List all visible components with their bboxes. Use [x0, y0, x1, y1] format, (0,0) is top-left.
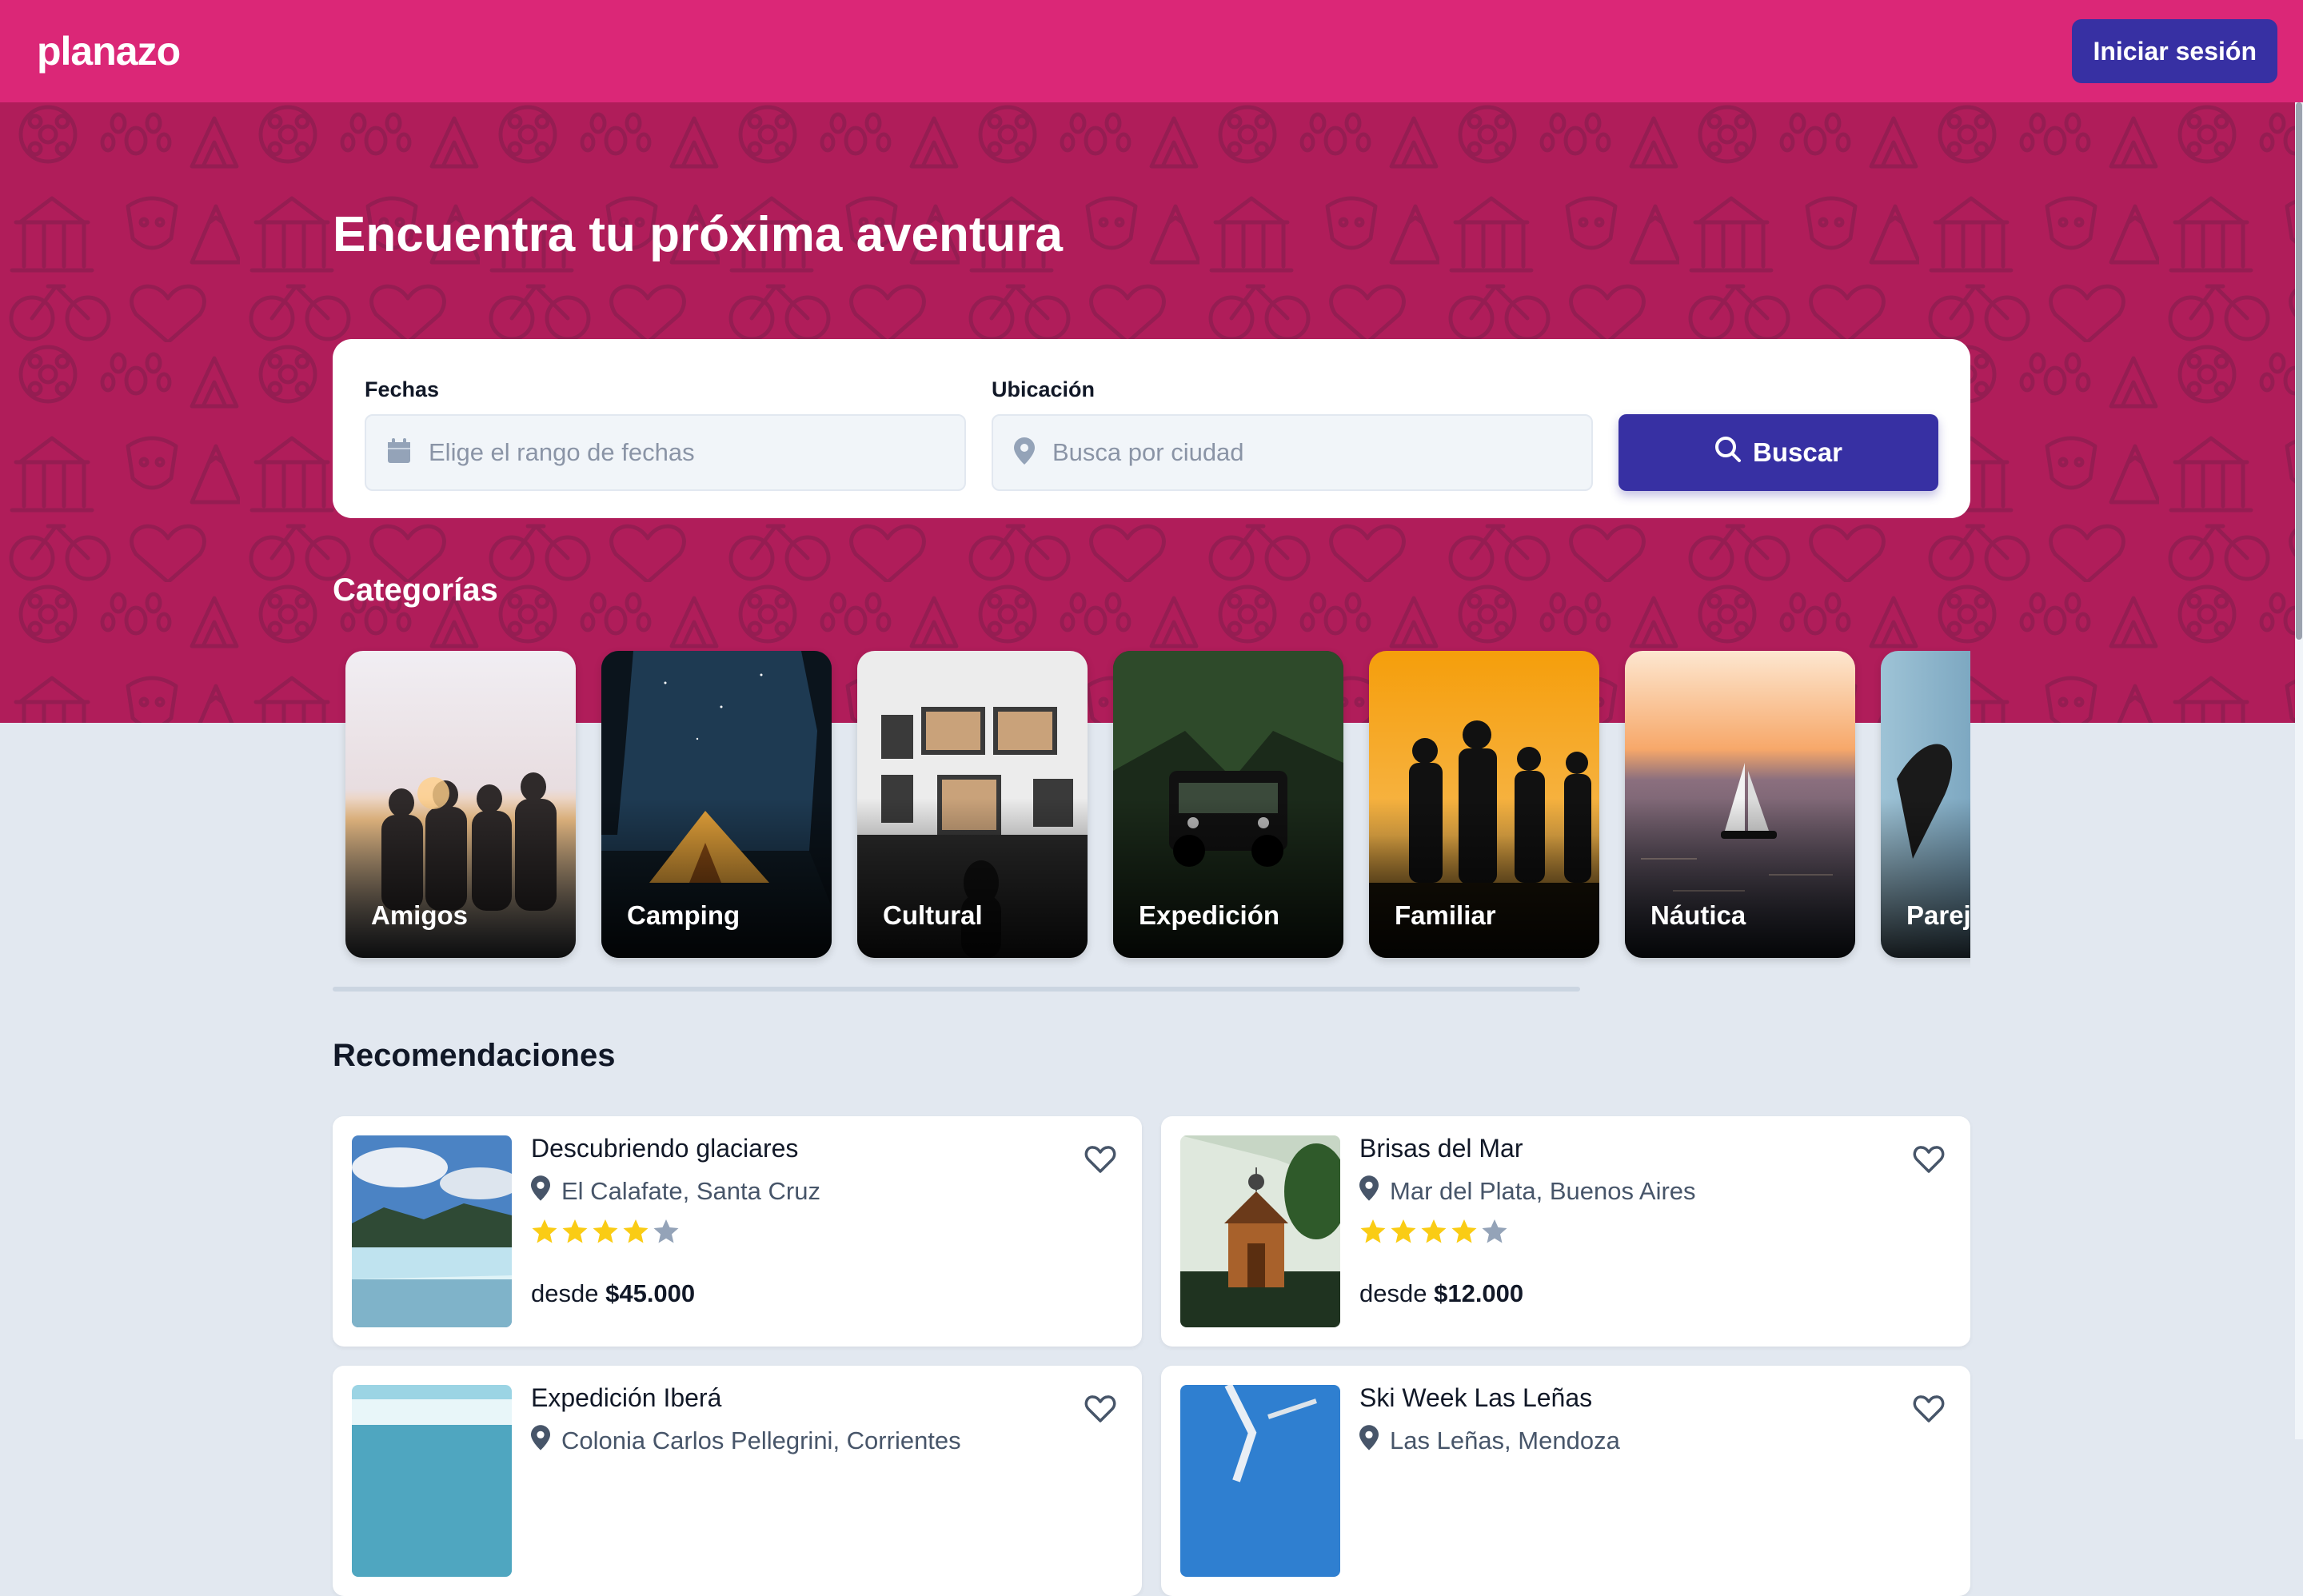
- map-pin-icon: [1359, 1425, 1379, 1457]
- star-rating: [1359, 1219, 1508, 1244]
- star-filled-icon: [593, 1219, 618, 1243]
- recommendation-card[interactable]: Ski Week Las Leñas Las Leñas, Mendoza: [1161, 1366, 1970, 1596]
- category-label: Cultural: [883, 900, 983, 930]
- category-label: Amigos: [371, 900, 469, 930]
- recommendation-name[interactable]: Descubriendo glaciares: [531, 1134, 798, 1163]
- location-text: Las Leñas, Mendoza: [1390, 1426, 1620, 1454]
- favorite-heart-icon[interactable]: [1084, 1145, 1116, 1174]
- category-card-expedicion[interactable]: Expedición: [1113, 651, 1343, 958]
- location-text: Colonia Carlos Pellegrini, Corrientes: [561, 1426, 961, 1454]
- recommendation-location: El Calafate, Santa Cruz: [531, 1175, 820, 1207]
- search-card: Fechas Ubicación Buscar: [333, 339, 1970, 518]
- star-filled-icon: [623, 1219, 649, 1243]
- page-scrollbar-thumb[interactable]: [2296, 102, 2302, 640]
- category-label: Pareja: [1906, 900, 1970, 930]
- recommendations-title: Recomendaciones: [333, 1038, 616, 1073]
- category-card-pareja[interactable]: Pareja: [1881, 651, 1970, 958]
- recommendation-card[interactable]: Expedición Iberá Colonia Carlos Pellegri…: [333, 1366, 1142, 1596]
- dates-label: Fechas: [365, 377, 440, 401]
- location-input[interactable]: [1051, 437, 1571, 468]
- calendar-icon: [387, 437, 411, 468]
- star-filled-icon: [1451, 1219, 1477, 1243]
- category-card-amigos[interactable]: Amigos: [345, 651, 576, 958]
- star-filled-icon: [1360, 1219, 1386, 1243]
- categories-carousel[interactable]: Amigos Camping Cultural Expedición Famil…: [333, 640, 1970, 992]
- category-label: Náutica: [1650, 900, 1746, 930]
- recommendation-image: [352, 1135, 512, 1327]
- map-pin-icon: [531, 1425, 550, 1457]
- star-filled-icon: [562, 1219, 588, 1243]
- category-card-cultural[interactable]: Cultural: [857, 651, 1088, 958]
- category-label: Expedición: [1139, 900, 1280, 930]
- map-pin-icon: [531, 1175, 550, 1207]
- category-label: Camping: [627, 900, 740, 930]
- recommendation-card[interactable]: Descubriendo glaciares El Calafate, Sant…: [333, 1116, 1142, 1347]
- recommendation-image: [1180, 1135, 1340, 1327]
- top-navbar: planazo Iniciar sesión: [0, 0, 2303, 102]
- category-card-familiar[interactable]: Familiar: [1369, 651, 1599, 958]
- star-empty-icon: [1482, 1219, 1507, 1243]
- dates-field: Fechas: [365, 376, 966, 491]
- planazo-logo[interactable]: planazo: [37, 28, 181, 74]
- star-filled-icon: [532, 1219, 557, 1243]
- star-filled-icon: [1391, 1219, 1416, 1243]
- dates-input-wrapper[interactable]: [365, 414, 966, 491]
- star-empty-icon: [653, 1219, 679, 1243]
- categories-title: Categorías: [333, 573, 498, 608]
- recommendation-location: Mar del Plata, Buenos Aires: [1359, 1175, 1696, 1207]
- location-text: El Calafate, Santa Cruz: [561, 1177, 820, 1205]
- page-scrollbar[interactable]: [2295, 102, 2303, 1439]
- recommendation-price: desde $12.000: [1359, 1279, 1524, 1307]
- search-button[interactable]: Buscar: [1618, 414, 1938, 491]
- location-field: Ubicación: [992, 376, 1593, 491]
- recommendation-image: [1180, 1385, 1340, 1577]
- category-card-camping[interactable]: Camping: [601, 651, 832, 958]
- star-filled-icon: [1421, 1219, 1447, 1243]
- location-label: Ubicación: [992, 377, 1096, 401]
- recommendation-name[interactable]: Brisas del Mar: [1359, 1134, 1523, 1163]
- recommendation-card[interactable]: Brisas del Mar Mar del Plata, Buenos Air…: [1161, 1116, 1970, 1347]
- favorite-heart-icon[interactable]: [1913, 1145, 1945, 1174]
- dates-input[interactable]: [427, 437, 944, 468]
- recommendation-name[interactable]: Ski Week Las Leñas: [1359, 1383, 1592, 1413]
- search-button-label: Buscar: [1753, 437, 1842, 467]
- login-button[interactable]: Iniciar sesión: [2072, 19, 2277, 83]
- hero-title: Encuentra tu próxima aventura: [333, 207, 1064, 262]
- star-rating: [531, 1219, 680, 1244]
- categories-scrollbar[interactable]: [333, 987, 1580, 992]
- recommendation-price: desde $45.000: [531, 1279, 696, 1307]
- recommendation-name[interactable]: Expedición Iberá: [531, 1383, 721, 1413]
- map-pin-icon: [1014, 437, 1035, 469]
- search-icon: [1714, 436, 1742, 469]
- recommendation-image: [352, 1385, 512, 1577]
- category-card-nautica[interactable]: Náutica: [1625, 651, 1855, 958]
- category-label: Familiar: [1395, 900, 1496, 930]
- recommendation-location: Las Leñas, Mendoza: [1359, 1425, 1620, 1457]
- recommendation-location: Colonia Carlos Pellegrini, Corrientes: [531, 1425, 961, 1457]
- location-text: Mar del Plata, Buenos Aires: [1390, 1177, 1696, 1205]
- map-pin-icon: [1359, 1175, 1379, 1207]
- favorite-heart-icon[interactable]: [1913, 1395, 1945, 1423]
- favorite-heart-icon[interactable]: [1084, 1395, 1116, 1423]
- location-input-wrapper[interactable]: [992, 414, 1593, 491]
